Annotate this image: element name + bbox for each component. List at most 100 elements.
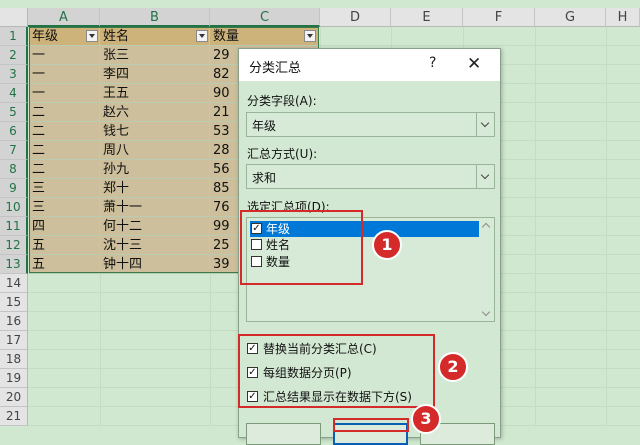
- list-scrollbar[interactable]: [479, 218, 494, 321]
- row-header[interactable]: 12: [0, 236, 28, 255]
- row-header[interactable]: 1: [0, 27, 28, 46]
- row-header[interactable]: 6: [0, 122, 28, 141]
- ok-button[interactable]: [333, 423, 408, 445]
- cell-text: 萧十一: [103, 200, 143, 215]
- dialog-titlebar: 分类汇总 ? ✕: [239, 49, 500, 81]
- cell-b3[interactable]: 李四: [100, 65, 210, 84]
- function-label: 汇总方式(U):: [247, 147, 318, 161]
- cell-c1[interactable]: 数量: [210, 27, 319, 46]
- cell-text: 沈十三: [103, 238, 143, 253]
- cell-text: 76: [213, 200, 230, 215]
- cell-text: 85: [213, 181, 230, 196]
- scroll-up-icon[interactable]: [481, 222, 491, 232]
- checkbox-name[interactable]: [251, 239, 262, 250]
- cell-b5[interactable]: 赵六: [100, 103, 210, 122]
- filter-dropdown-icon[interactable]: [86, 30, 98, 42]
- subtotal-items-list[interactable]: ✓ 年级 姓名 数量: [246, 217, 495, 322]
- cell-a3[interactable]: 一: [29, 65, 100, 84]
- chevron-down-icon[interactable]: [476, 165, 494, 188]
- cell-text: 53: [213, 124, 230, 139]
- cell-a2[interactable]: 一: [29, 46, 100, 65]
- cell-text: 王五: [103, 86, 130, 101]
- checkbox-summary-below[interactable]: ✓: [247, 391, 258, 402]
- row-header[interactable]: 5: [0, 103, 28, 122]
- column-header-f[interactable]: F: [463, 8, 535, 27]
- checkbox-page-break[interactable]: ✓: [247, 367, 258, 378]
- filter-dropdown-icon[interactable]: [196, 30, 208, 42]
- cell-a6[interactable]: 二: [29, 122, 100, 141]
- list-item-quantity[interactable]: 数量: [250, 254, 482, 270]
- close-icon[interactable]: ✕: [467, 54, 481, 74]
- cell-b1[interactable]: 姓名: [100, 27, 210, 46]
- scroll-down-icon[interactable]: [481, 307, 491, 317]
- cell-text: 56: [213, 162, 230, 177]
- row-header[interactable]: 4: [0, 84, 28, 103]
- filter-dropdown-icon[interactable]: [304, 30, 316, 42]
- row-header[interactable]: 17: [0, 331, 28, 350]
- cell-a13[interactable]: 五: [29, 255, 100, 274]
- row-header[interactable]: 18: [0, 350, 28, 369]
- cell-text: 何十二: [103, 219, 143, 234]
- row-header[interactable]: 2: [0, 46, 28, 65]
- row-header[interactable]: 20: [0, 388, 28, 407]
- option-label: 每组数据分页(P): [263, 366, 352, 380]
- cell-a5[interactable]: 二: [29, 103, 100, 122]
- checkbox-grade[interactable]: ✓: [251, 223, 262, 234]
- column-header-d[interactable]: D: [320, 8, 391, 27]
- remove-all-button[interactable]: [246, 423, 321, 445]
- cell-text: 李四: [103, 67, 130, 82]
- column-headers: A B C D E F G H: [0, 8, 640, 27]
- cell-a11[interactable]: 四: [29, 217, 100, 236]
- column-header-h[interactable]: H: [606, 8, 640, 27]
- row-header[interactable]: 8: [0, 160, 28, 179]
- cell-a4[interactable]: 一: [29, 84, 100, 103]
- function-select[interactable]: 求和: [246, 164, 495, 189]
- cell-b13[interactable]: 钟十四: [100, 255, 210, 274]
- cell-b9[interactable]: 郑十: [100, 179, 210, 198]
- cell-a8[interactable]: 二: [29, 160, 100, 179]
- cell-a10[interactable]: 三: [29, 198, 100, 217]
- items-label: 选定汇总项(D):: [247, 200, 330, 214]
- checkbox-quantity[interactable]: [251, 256, 262, 267]
- list-item-name[interactable]: 姓名: [250, 237, 482, 253]
- checkbox-replace[interactable]: ✓: [247, 343, 258, 354]
- row-header[interactable]: 10: [0, 198, 28, 217]
- cell-b7[interactable]: 周八: [100, 141, 210, 160]
- cell-b11[interactable]: 何十二: [100, 217, 210, 236]
- row-header[interactable]: 11: [0, 217, 28, 236]
- cell-b6[interactable]: 钱七: [100, 122, 210, 141]
- help-icon[interactable]: ?: [429, 55, 436, 71]
- cell-text: 钱七: [103, 124, 130, 139]
- select-all-corner[interactable]: [0, 8, 28, 27]
- column-header-e[interactable]: E: [391, 8, 463, 27]
- group-field-select[interactable]: 年级: [246, 112, 495, 137]
- row-header[interactable]: 21: [0, 407, 28, 426]
- cell-a12[interactable]: 五: [29, 236, 100, 255]
- column-header-g[interactable]: G: [535, 8, 606, 27]
- column-header-a[interactable]: A: [28, 8, 100, 27]
- cell-b8[interactable]: 孙九: [100, 160, 210, 179]
- list-item-grade[interactable]: ✓ 年级: [250, 221, 482, 237]
- row-header[interactable]: 13: [0, 255, 28, 274]
- cell-b12[interactable]: 沈十三: [100, 236, 210, 255]
- row-header[interactable]: 15: [0, 293, 28, 312]
- dialog-title: 分类汇总: [249, 61, 302, 76]
- column-header-c[interactable]: C: [210, 8, 320, 27]
- row-header[interactable]: 19: [0, 369, 28, 388]
- row-header[interactable]: 7: [0, 141, 28, 160]
- cell-b2[interactable]: 张三: [100, 46, 210, 65]
- column-header-b[interactable]: B: [100, 8, 210, 27]
- cell-b10[interactable]: 萧十一: [100, 198, 210, 217]
- cell-a9[interactable]: 三: [29, 179, 100, 198]
- cell-a7[interactable]: 二: [29, 141, 100, 160]
- row-header[interactable]: 14: [0, 274, 28, 293]
- cell-b4[interactable]: 王五: [100, 84, 210, 103]
- gridline-v: [606, 27, 607, 425]
- row-header[interactable]: 3: [0, 65, 28, 84]
- row-header[interactable]: 9: [0, 179, 28, 198]
- cell-text: 一: [32, 48, 46, 63]
- cell-text: 90: [213, 86, 230, 101]
- chevron-down-icon[interactable]: [476, 113, 494, 136]
- cell-text: 三: [32, 200, 46, 215]
- row-header[interactable]: 16: [0, 312, 28, 331]
